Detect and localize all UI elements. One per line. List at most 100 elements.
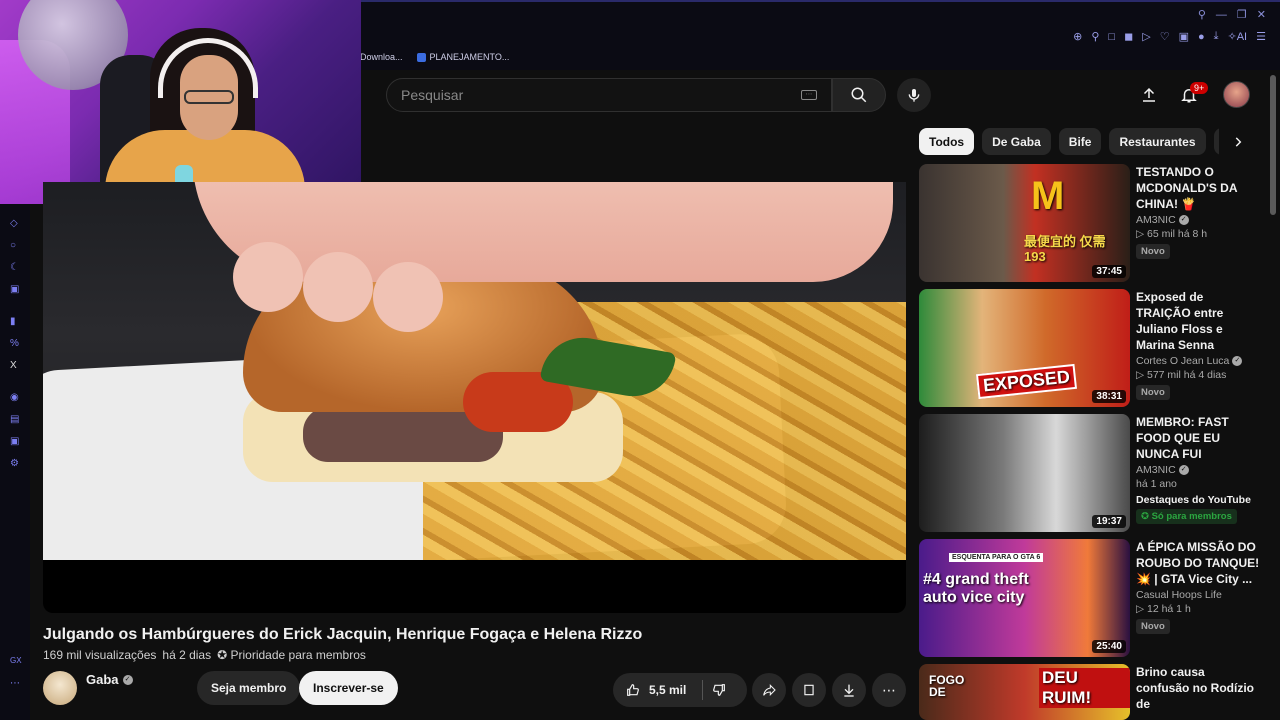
play-icon[interactable]: ▷: [1142, 30, 1150, 43]
channel-label: AM3NIC: [1136, 214, 1176, 226]
recommendation-item[interactable]: 19:37 MEMBRO: FAST FOOD QUE EU NUNCA FUI…: [919, 414, 1264, 532]
thumbs-down-icon[interactable]: [711, 682, 727, 698]
download-button[interactable]: [832, 673, 866, 707]
thumbnail-text: DEU RUIM!: [1039, 668, 1130, 708]
zoom-icon[interactable]: ⊕: [1073, 30, 1082, 43]
restore-icon[interactable]: ❐: [1237, 8, 1247, 21]
circle-icon[interactable]: ○: [10, 240, 16, 251]
verified-icon: ✓: [1178, 215, 1189, 225]
heart-icon[interactable]: ♡: [1160, 30, 1170, 43]
thumbnail-text: 最便宜的 仅需 193: [1024, 234, 1106, 264]
download-icon[interactable]: ⤓: [1214, 30, 1219, 43]
briefcase-icon[interactable]: ▣: [10, 436, 19, 447]
wallet-icon[interactable]: ▣: [1179, 30, 1189, 43]
browser-sidebar: ◇ ○ ☾ ▣ ▮ % X ◉ ▤ ▣ ⚙ GX ⋯: [0, 204, 30, 720]
ai-icon[interactable]: ✧AI: [1228, 30, 1248, 43]
camera-icon[interactable]: ▣: [10, 284, 19, 295]
moon-icon[interactable]: ☾: [10, 262, 19, 273]
duration-badge: 19:37: [1092, 515, 1126, 528]
channel-avatar[interactable]: [43, 671, 77, 705]
bookmark-downloads[interactable]: Downloa...: [360, 52, 403, 62]
play-circle-icon[interactable]: ◉: [10, 392, 19, 403]
search-button[interactable]: [832, 78, 886, 112]
video-thumbnail[interactable]: EXPOSED 38:31: [919, 289, 1130, 407]
recommendation-title[interactable]: A ÉPICA MISSÃO DO ROUBO DO TANQUE! 💥 | G…: [1136, 539, 1261, 587]
shield-icon[interactable]: ◼: [1124, 30, 1133, 43]
bookmark-label: PLANEJAMENTO...: [429, 52, 510, 62]
channel-name-link[interactable]: Gaba ✓: [86, 672, 133, 687]
voice-search-button[interactable]: [897, 78, 931, 112]
channel-label: Casual Hoops Life: [1136, 589, 1222, 601]
duration-badge: 25:40: [1092, 640, 1126, 653]
search-icon[interactable]: ⚲: [1198, 8, 1206, 21]
screenshot-icon[interactable]: □: [1108, 31, 1115, 43]
search-placeholder: Pesquisar: [401, 87, 464, 103]
finger: [233, 242, 303, 312]
x-icon[interactable]: X: [10, 360, 17, 371]
recommendation-title[interactable]: Brino causa confusão no Rodízio de: [1136, 664, 1261, 712]
profile-icon[interactable]: ●: [1198, 31, 1205, 43]
video-thumbnail[interactable]: FOGO DE DEU RUIM!: [919, 664, 1130, 720]
menu-icon[interactable]: ☰: [1256, 30, 1266, 43]
upload-age: há 2 dias: [162, 648, 212, 662]
recommendation-item[interactable]: FOGO DE DEU RUIM! Brino causa confusão n…: [919, 664, 1264, 720]
bookmark-label: Downloa...: [360, 52, 403, 62]
percent-icon[interactable]: %: [10, 338, 19, 349]
channel-name: Gaba: [86, 672, 119, 687]
video-thumbnail[interactable]: M 最便宜的 仅需 193 37:45: [919, 164, 1130, 282]
members-only-badge: ✪ Só para membros: [1136, 509, 1237, 524]
keyboard-icon[interactable]: ⋯: [801, 90, 817, 100]
duration-badge: 38:31: [1092, 390, 1126, 403]
video-frame: [43, 182, 906, 560]
chip-de-gaba[interactable]: De Gaba: [982, 128, 1051, 155]
more-actions-button[interactable]: ⋯: [872, 673, 906, 707]
recommendation-stats: ▷ 12 há 1 h: [1136, 603, 1191, 615]
upload-button[interactable]: [1136, 82, 1162, 108]
chip-todos[interactable]: Todos: [919, 128, 975, 155]
recommendation-channel[interactable]: AM3NIC ✓: [1136, 464, 1261, 476]
more-icon[interactable]: ⋯: [10, 678, 20, 689]
subscribe-button[interactable]: Inscrever-se: [299, 671, 398, 705]
video-title: Julgando os Hambúrgueres do Erick Jacqui…: [43, 626, 643, 643]
recommendation-stats: ▷ 65 mil há 8 h: [1136, 228, 1208, 240]
recommendation-info: Brino causa confusão no Rodízio de: [1136, 664, 1261, 712]
chip-partial[interactable]: Re: [1213, 128, 1219, 155]
recommendation-item[interactable]: ESQUENTA PARA O GTA 6 #4 grand theft aut…: [919, 539, 1264, 657]
twitch-icon[interactable]: ▮: [10, 316, 16, 327]
recommendation-item[interactable]: EXPOSED 38:31 Exposed de TRAIÇÃO entre J…: [919, 289, 1264, 407]
new-badge: Novo: [1136, 244, 1170, 259]
verified-icon: ✓: [122, 674, 133, 685]
recommendation-item[interactable]: M 最便宜的 仅需 193 37:45 TESTANDO O MCDONALD'…: [919, 164, 1264, 282]
upload-icon: [1143, 87, 1155, 102]
search-input[interactable]: Pesquisar ⋯: [386, 78, 832, 112]
recommendation-channel[interactable]: Casual Hoops Life: [1136, 589, 1261, 601]
pin-icon[interactable]: ⚲: [1091, 30, 1099, 43]
recommendation-channel[interactable]: AM3NIC ✓: [1136, 214, 1261, 226]
like-button[interactable]: 5,5 mil: [613, 673, 747, 707]
video-player[interactable]: [43, 182, 906, 613]
document-icon[interactable]: ▤: [10, 414, 19, 425]
account-avatar[interactable]: [1223, 81, 1250, 108]
close-icon[interactable]: ✕: [1257, 8, 1266, 21]
recommendation-channel[interactable]: Cortes O Jean Luca ✓: [1136, 355, 1261, 367]
gx-icon[interactable]: GX: [10, 656, 22, 665]
chip-bife[interactable]: Bife: [1058, 128, 1102, 155]
video-thumbnail[interactable]: ESQUENTA PARA O GTA 6 #4 grand theft aut…: [919, 539, 1130, 657]
recommendation-title[interactable]: TESTANDO O MCDONALD'S DA CHINA! 🍟: [1136, 164, 1261, 212]
join-button[interactable]: Seja membro: [197, 671, 301, 705]
diamond-icon[interactable]: ◇: [10, 218, 18, 229]
recommendation-title[interactable]: Exposed de TRAIÇÃO entre Juliano Floss e…: [1136, 289, 1261, 353]
video-thumbnail[interactable]: 19:37: [919, 414, 1130, 532]
gear-icon[interactable]: ⚙: [10, 458, 19, 469]
recommendation-stats: há 1 ano: [1136, 478, 1177, 490]
sidebar-scrollbar[interactable]: [1270, 75, 1276, 215]
download-icon: [844, 684, 854, 697]
recommendation-title[interactable]: MEMBRO: FAST FOOD QUE EU NUNCA FUI: [1136, 414, 1261, 462]
search-icon: [851, 87, 867, 103]
chip-restaurantes[interactable]: Restaurantes: [1109, 128, 1206, 155]
minimize-icon[interactable]: —: [1216, 9, 1227, 21]
clip-button[interactable]: [792, 673, 826, 707]
share-button[interactable]: [752, 673, 786, 707]
bookmark-planejamento[interactable]: PLANEJAMENTO...: [416, 52, 510, 62]
chips-next-button[interactable]: [1225, 128, 1251, 155]
